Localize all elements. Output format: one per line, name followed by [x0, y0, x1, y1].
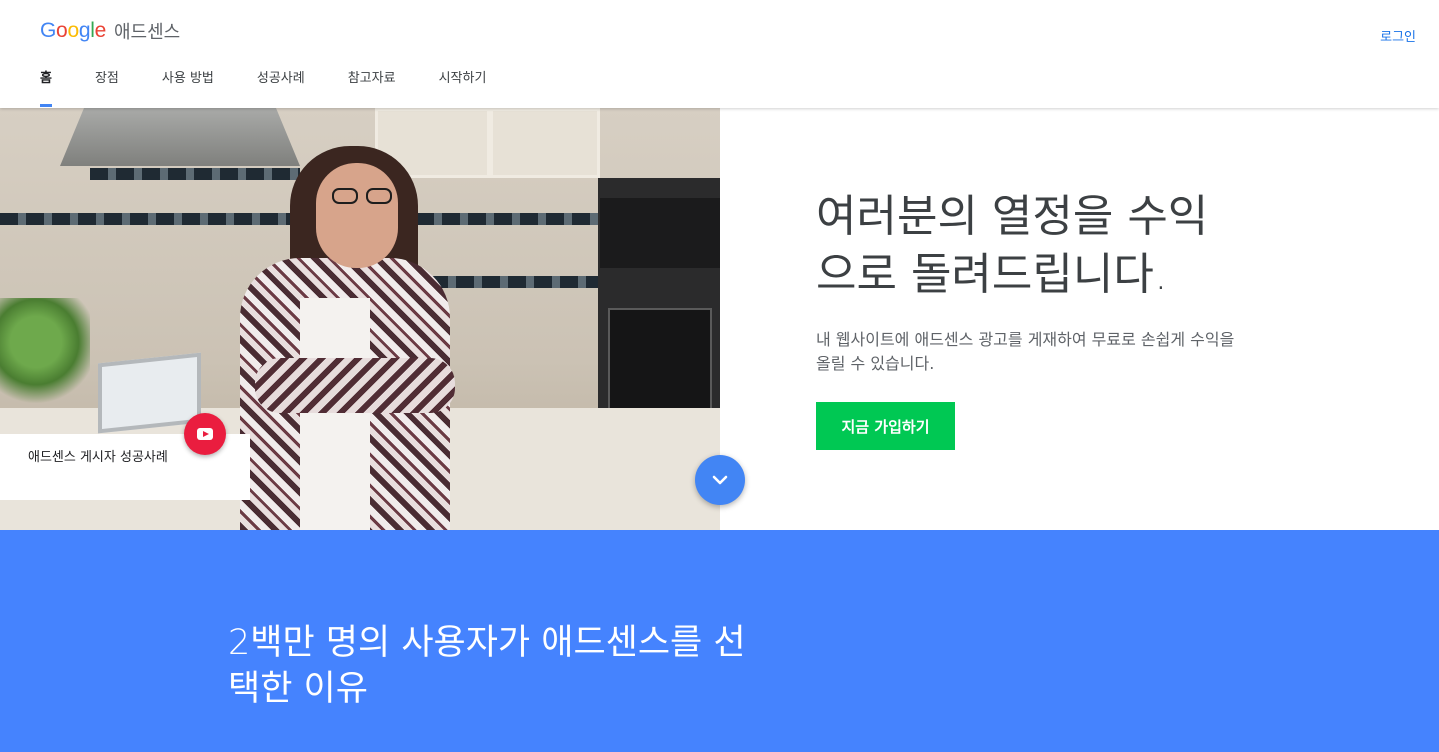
scroll-down-button[interactable] [695, 455, 745, 505]
main-nav: 홈 장점 사용 방법 성공사례 참고자료 시작하기 [40, 69, 529, 107]
product-name: 애드센스 [113, 22, 181, 43]
youtube-play-icon [197, 428, 213, 440]
nav-item-how-it-works[interactable]: 사용 방법 [162, 69, 214, 107]
hero-subtitle: 내 웹사이트에 애드센스 광고를 게재하여 무료로 손쉽게 수익을 올릴 수 있… [816, 330, 1235, 373]
chevron-down-icon [712, 475, 728, 485]
hero-title: 여러분의 열정을 수익으로 돌려드립니다. [816, 191, 1209, 300]
nav-item-home[interactable]: 홈 [40, 69, 52, 107]
login-link[interactable]: 로그인 [1380, 26, 1416, 45]
nav-item-benefits[interactable]: 장점 [95, 69, 119, 107]
site-header: Google 애드센스 로그인 홈 장점 사용 방법 성공사례 참고자료 시작하… [0, 0, 1439, 108]
nav-item-resources[interactable]: 참고자료 [348, 69, 396, 107]
success-story-label: 애드센스 게시자 성공사례 [28, 450, 168, 465]
adsense-logo[interactable]: Google 애드센스 [40, 18, 180, 44]
signup-button[interactable]: 지금 가입하기 [816, 402, 955, 450]
reasons-title: 2백만 명의 사용자가 애드센스를 선택한 이유 [228, 623, 746, 709]
nav-item-get-started[interactable]: 시작하기 [439, 69, 487, 107]
google-wordmark: Google [40, 19, 106, 42]
nav-item-success-stories[interactable]: 성공사례 [257, 69, 305, 107]
video-play-button[interactable] [184, 413, 226, 455]
